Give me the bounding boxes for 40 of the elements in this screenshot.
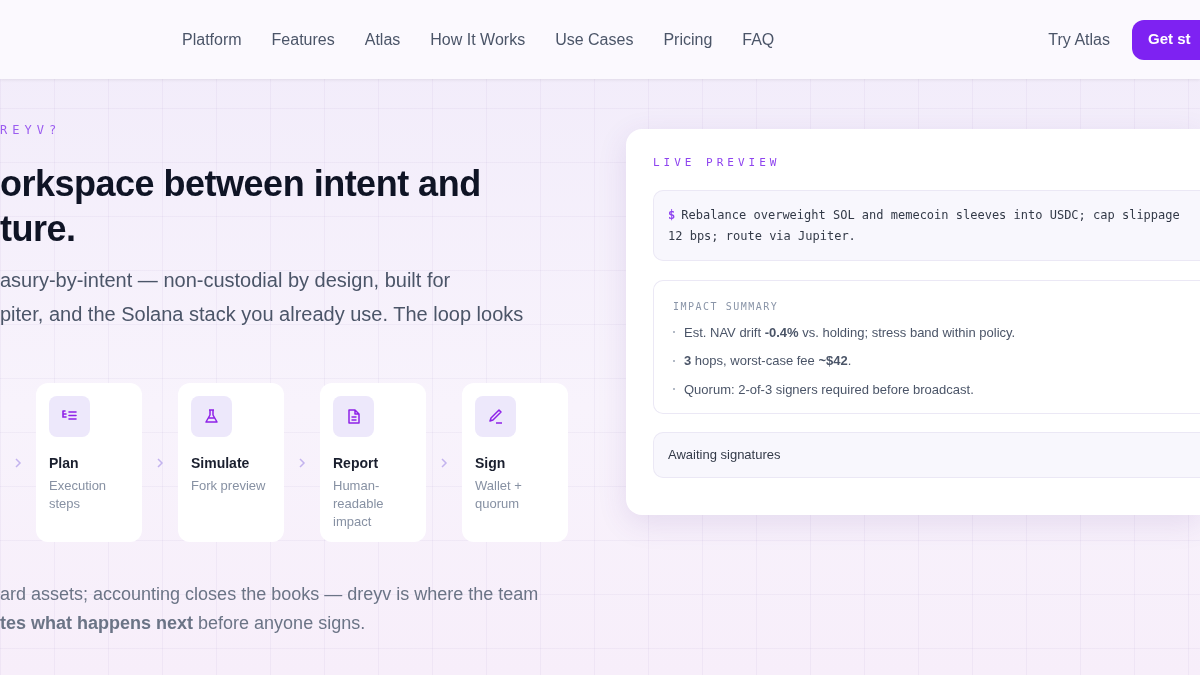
- command-text: 12 bps; route via Jupiter.: [668, 228, 856, 243]
- step-title: Plan: [49, 454, 80, 473]
- eyebrow-label: REYV?: [0, 122, 63, 139]
- pen-icon: [487, 408, 504, 425]
- nav-link[interactable]: Use Cases: [555, 27, 634, 52]
- hero-title: orkspace between intent and: [0, 162, 482, 206]
- outro-text: tes what happens next before anyone signs.: [0, 612, 367, 635]
- prompt-symbol: $: [668, 207, 676, 222]
- step-caption: Wallet + quorum: [475, 477, 523, 513]
- flask-icon: [203, 408, 220, 425]
- summary-title: IMPACT SUMMARY: [673, 299, 780, 314]
- nav-link[interactable]: Platform: [182, 27, 242, 52]
- try-atlas-link[interactable]: Try Atlas: [1048, 27, 1110, 52]
- nav-link[interactable]: How It Works: [430, 27, 526, 52]
- step-caption: Human-readable impact: [333, 477, 385, 531]
- summary-item: 3 hops, worst-case fee ~$42.: [684, 352, 852, 370]
- preview-label: LIVE PREVIEW: [653, 155, 782, 171]
- summary-item: Quorum: 2-of-3 signers required before broadcast.: [684, 380, 974, 399]
- chevron-icon: [14, 456, 22, 469]
- hero-title: ture.: [0, 207, 77, 251]
- step-title: Simulate: [191, 454, 251, 473]
- intro-text: asury-by-intent — non-custodial by design, built for: [0, 268, 452, 293]
- step-title: Report: [333, 454, 380, 473]
- summary-item: Est. NAV drift -0.4% vs. holding; stress band within policy.: [684, 323, 1016, 342]
- get-started-button[interactable]: Get st: [1132, 19, 1200, 60]
- nav-link[interactable]: FAQ: [742, 27, 775, 52]
- nav-link[interactable]: Atlas: [364, 27, 401, 52]
- step-title: Sign: [475, 454, 507, 473]
- document-icon: [345, 408, 362, 425]
- step-caption: Execution steps: [49, 477, 108, 513]
- nav-link[interactable]: Features: [271, 27, 335, 52]
- chevron-icon: [440, 456, 448, 469]
- status-text: Awaiting signatures: [653, 432, 1200, 478]
- outro-text: ard assets; accounting closes the books — dreyv is where the team: [0, 583, 540, 606]
- command-text: Rebalance overweight SOL and memecoin sleeves into USDC; cap slippage: [681, 207, 1180, 222]
- intro-text: piter, and the Solana stack you already use. The loop looks: [0, 302, 525, 327]
- chevron-icon: [298, 456, 306, 469]
- chevron-icon: [156, 456, 164, 469]
- nav-link[interactable]: Pricing: [663, 27, 713, 52]
- step-caption: Fork preview: [191, 477, 267, 495]
